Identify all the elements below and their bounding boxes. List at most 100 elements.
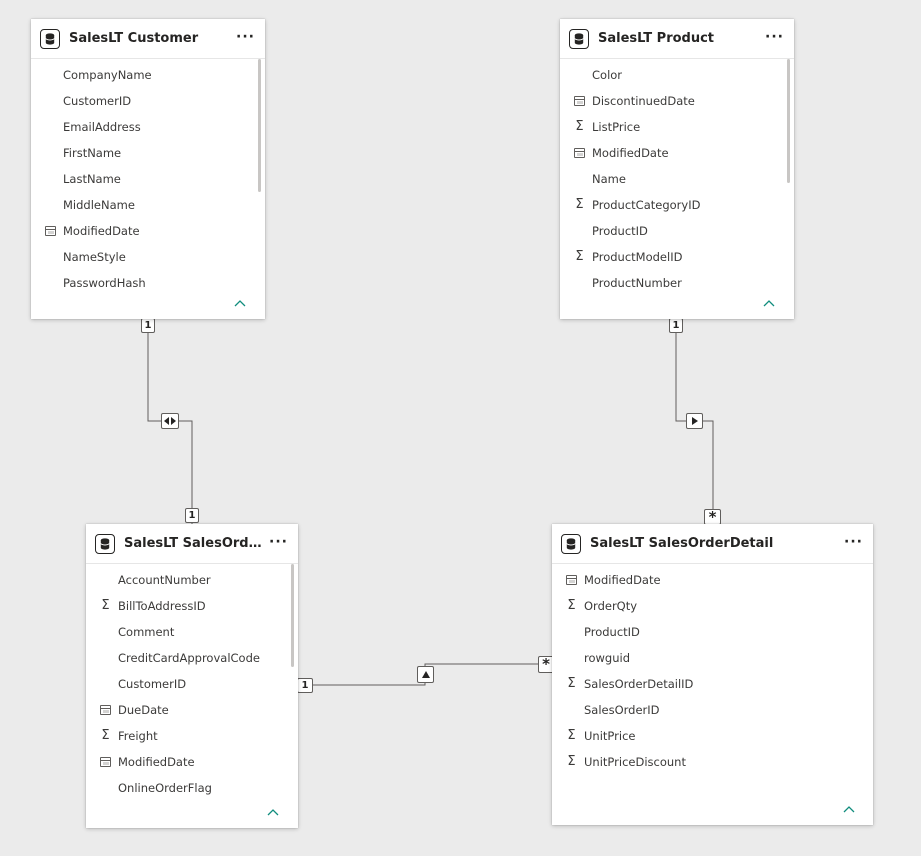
field-row[interactable]: ModifiedDate bbox=[31, 218, 265, 244]
calendar-icon bbox=[573, 147, 586, 159]
field-row[interactable]: Comment bbox=[86, 619, 298, 645]
table-header[interactable]: SalesLT SalesOrderDetail ··· bbox=[552, 524, 873, 564]
cross-filter-both-icon[interactable] bbox=[161, 413, 179, 429]
field-row[interactable]: ProductNumber bbox=[560, 270, 794, 296]
sigma-icon: Σ bbox=[101, 728, 110, 743]
table-card-salesorderheader[interactable]: SalesLT SalesOrderH... ··· AccountNumber… bbox=[86, 524, 298, 828]
field-name: FirstName bbox=[63, 146, 122, 160]
field-row[interactable]: Σ BillToAddressID bbox=[86, 593, 298, 619]
collapse-chevron-icon[interactable] bbox=[762, 298, 776, 308]
table-title: SalesLT SalesOrderDetail bbox=[590, 536, 774, 551]
sigma-icon: Σ bbox=[575, 197, 584, 212]
field-row[interactable]: Σ SalesOrderDetailID bbox=[552, 671, 873, 697]
field-name: ProductID bbox=[584, 625, 640, 639]
field-row[interactable]: DiscontinuedDate bbox=[560, 88, 794, 114]
field-name: AccountNumber bbox=[118, 573, 211, 587]
field-row[interactable]: rowguid bbox=[552, 645, 873, 671]
field-row[interactable]: ModifiedDate bbox=[86, 749, 298, 775]
field-name: ProductNumber bbox=[592, 276, 682, 290]
field-row[interactable]: SalesOrderID bbox=[552, 697, 873, 723]
table-icon bbox=[95, 533, 115, 554]
table-icon bbox=[40, 28, 60, 49]
model-canvas[interactable]: 1 1 1 * 1 * SalesLT Customer ··· Company… bbox=[0, 0, 921, 856]
field-name: UnitPriceDiscount bbox=[584, 755, 686, 769]
field-row[interactable]: ProductID bbox=[552, 619, 873, 645]
field-row[interactable]: ModifiedDate bbox=[560, 140, 794, 166]
cardinality-label: 1 bbox=[141, 318, 155, 333]
field-row[interactable]: Σ ListPrice bbox=[560, 114, 794, 140]
sigma-icon: Σ bbox=[575, 249, 584, 264]
table-card-customer[interactable]: SalesLT Customer ··· CompanyName Customer… bbox=[31, 19, 265, 319]
field-name: ModifiedDate bbox=[118, 755, 195, 769]
table-header[interactable]: SalesLT Customer ··· bbox=[31, 19, 265, 59]
scrollbar[interactable] bbox=[258, 59, 261, 192]
sigma-icon: Σ bbox=[567, 676, 576, 691]
field-row[interactable]: ModifiedDate bbox=[552, 567, 873, 593]
cross-filter-single-icon[interactable] bbox=[686, 413, 703, 429]
collapse-chevron-icon[interactable] bbox=[266, 807, 280, 817]
field-row[interactable]: DueDate bbox=[86, 697, 298, 723]
more-options-icon[interactable]: ··· bbox=[269, 535, 288, 551]
table-header[interactable]: SalesLT SalesOrderH... ··· bbox=[86, 524, 298, 564]
field-row[interactable]: OnlineOrderFlag bbox=[86, 775, 298, 801]
calendar-icon bbox=[99, 756, 112, 768]
field-row[interactable]: Σ Freight bbox=[86, 723, 298, 749]
field-row[interactable]: Σ ProductCategoryID bbox=[560, 192, 794, 218]
cardinality-label: 1 bbox=[669, 318, 683, 333]
table-title: SalesLT SalesOrderH... bbox=[124, 536, 264, 551]
sigma-icon: Σ bbox=[101, 598, 110, 613]
more-options-icon[interactable]: ··· bbox=[765, 30, 784, 46]
field-row[interactable]: CustomerID bbox=[31, 88, 265, 114]
field-list: ModifiedDate Σ OrderQty ProductID rowguid Σ Sa… bbox=[552, 567, 873, 775]
field-name: EmailAddress bbox=[63, 120, 141, 134]
field-list: CompanyName CustomerID EmailAddress FirstNa… bbox=[31, 62, 265, 296]
field-name: DueDate bbox=[118, 703, 169, 717]
cardinality-label: * bbox=[704, 509, 721, 525]
table-card-product[interactable]: SalesLT Product ··· Color DiscontinuedDat… bbox=[560, 19, 794, 319]
field-row[interactable]: MiddleName bbox=[31, 192, 265, 218]
more-options-icon[interactable]: ··· bbox=[236, 30, 255, 46]
sigma-icon: Σ bbox=[575, 119, 584, 134]
field-name: SalesOrderID bbox=[584, 703, 660, 717]
scrollbar[interactable] bbox=[787, 59, 790, 183]
sigma-icon: Σ bbox=[567, 728, 576, 743]
calendar-icon bbox=[573, 95, 586, 107]
field-name: LastName bbox=[63, 172, 121, 186]
field-name: SalesOrderDetailID bbox=[584, 677, 694, 691]
field-row[interactable]: ProductID bbox=[560, 218, 794, 244]
field-name: CustomerID bbox=[63, 94, 132, 108]
field-name: Color bbox=[592, 68, 623, 82]
field-row[interactable]: FirstName bbox=[31, 140, 265, 166]
field-name: ProductModelID bbox=[592, 250, 683, 264]
collapse-chevron-icon[interactable] bbox=[842, 804, 856, 814]
cardinality-label: 1 bbox=[297, 678, 313, 693]
field-row[interactable]: Color bbox=[560, 62, 794, 88]
field-row[interactable]: Σ UnitPriceDiscount bbox=[552, 749, 873, 775]
field-name: ListPrice bbox=[592, 120, 641, 134]
field-name: Comment bbox=[118, 625, 175, 639]
collapse-chevron-icon[interactable] bbox=[233, 298, 247, 308]
table-card-salesorderdetail[interactable]: SalesLT SalesOrderDetail ··· ModifiedDat… bbox=[552, 524, 873, 825]
field-row[interactable]: AccountNumber bbox=[86, 567, 298, 593]
field-name: rowguid bbox=[584, 651, 630, 665]
field-name: CompanyName bbox=[63, 68, 152, 82]
field-row[interactable]: CompanyName bbox=[31, 62, 265, 88]
scrollbar[interactable] bbox=[291, 564, 294, 667]
table-title: SalesLT Customer bbox=[69, 31, 199, 46]
field-row[interactable]: Name bbox=[560, 166, 794, 192]
field-row[interactable]: Σ OrderQty bbox=[552, 593, 873, 619]
field-row[interactable]: LastName bbox=[31, 166, 265, 192]
field-row[interactable]: Σ UnitPrice bbox=[552, 723, 873, 749]
field-row[interactable]: NameStyle bbox=[31, 244, 265, 270]
field-row[interactable]: CreditCardApprovalCode bbox=[86, 645, 298, 671]
field-list: Color DiscontinuedDate Σ ListPrice ModifiedD… bbox=[560, 62, 794, 296]
cardinality-label: 1 bbox=[185, 508, 199, 523]
table-header[interactable]: SalesLT Product ··· bbox=[560, 19, 794, 59]
field-row[interactable]: CustomerID bbox=[86, 671, 298, 697]
field-row[interactable]: EmailAddress bbox=[31, 114, 265, 140]
more-options-icon[interactable]: ··· bbox=[844, 535, 863, 551]
field-name: PasswordHash bbox=[63, 276, 146, 290]
field-row[interactable]: PasswordHash bbox=[31, 270, 265, 296]
field-row[interactable]: Σ ProductModelID bbox=[560, 244, 794, 270]
cross-filter-single-icon[interactable] bbox=[417, 666, 434, 683]
